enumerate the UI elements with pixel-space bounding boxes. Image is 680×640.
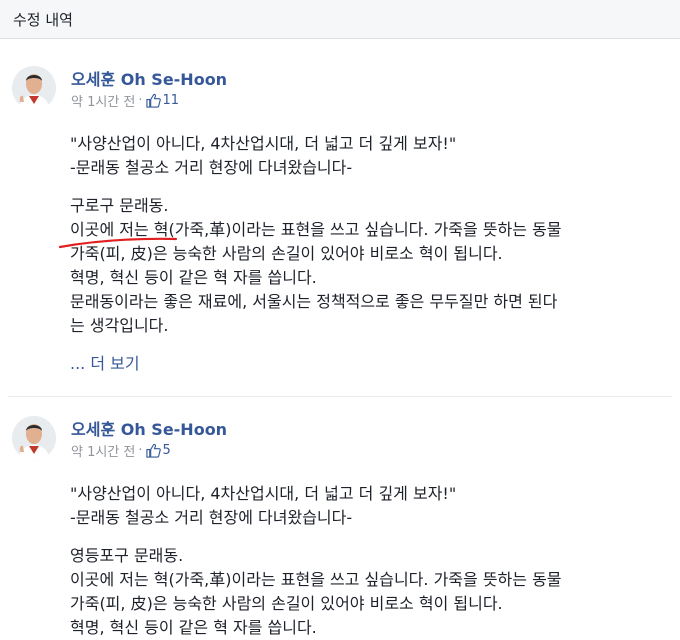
post-body: "사양산업이 아니다, 4차산업시대, 더 넓고 더 깊게 보자!" -문래동 … [70,482,670,640]
meta-separator: · [138,443,143,458]
meta-separator: · [138,93,143,108]
post-line: "사양산업이 아니다, 4차산업시대, 더 넓고 더 깊게 보자!" [70,484,457,503]
post-line: 구로구 문래동. [70,196,169,215]
profile-photo-icon [12,66,56,110]
post-meta: 약 1시간 전 · 11 [71,91,179,110]
red-underline-annotation [58,237,178,249]
post-line: 영등포구 문래동. [70,546,184,565]
post-meta: 약 1시간 전 · 5 [71,441,171,460]
author-name-link[interactable]: 오세훈 Oh Se-Hoon [71,416,227,440]
post-line: 문래동이라는 좋은 재료에, 서울시는 정책적으로 좋은 무두질만 하면 된다 [70,292,558,311]
post-divider [8,396,672,397]
post-version-2: 오세훈 Oh Se-Hoon 약 1시간 전 · 5 "사양산업이 아니다, 4… [0,398,680,639]
post-time[interactable]: 약 1시간 전 [71,441,135,460]
like-count[interactable]: 11 [163,93,180,108]
post-line: 가죽(피, 皮)은 능숙한 사람의 손길이 있어야 비로소 혁이 됩니다. [70,594,503,613]
avatar[interactable] [12,66,56,110]
post-time[interactable]: 약 1시간 전 [71,91,135,110]
thumbs-up-icon[interactable] [145,93,161,108]
post-line: 혁명, 혁신 등이 같은 혁 자를 씁니다. [70,268,317,287]
post-version-1: 오세훈 Oh Se-Hoon 약 1시간 전 · 11 "사양산업이 아니다, … [0,40,680,395]
post-line: 는 생각입니다. [70,316,169,335]
see-more-link[interactable]: ... 더 보기 [70,352,670,376]
edit-history-header: 수정 내역 [0,0,680,39]
avatar[interactable] [12,416,56,460]
post-line: 혁명, 혁신 등이 같은 혁 자를 씁니다. [70,618,317,637]
post-line: -문래동 철공소 거리 현장에 다녀왔습니다- [70,158,353,177]
post-line: "사양산업이 아니다, 4차산업시대, 더 넓고 더 깊게 보자!" [70,134,457,153]
like-count[interactable]: 5 [163,443,171,458]
post-line: -문래동 철공소 거리 현장에 다녀왔습니다- [70,508,353,527]
thumbs-up-icon[interactable] [145,443,161,458]
header-title: 수정 내역 [13,11,73,29]
profile-photo-icon [12,416,56,460]
author-name-link[interactable]: 오세훈 Oh Se-Hoon [71,66,227,90]
post-line: 이곳에 저는 혁(가죽,革)이라는 표현을 쓰고 싶습니다. 가죽을 뜻하는 동… [70,570,562,589]
post-body: "사양산업이 아니다, 4차산업시대, 더 넓고 더 깊게 보자!" -문래동 … [70,132,670,376]
